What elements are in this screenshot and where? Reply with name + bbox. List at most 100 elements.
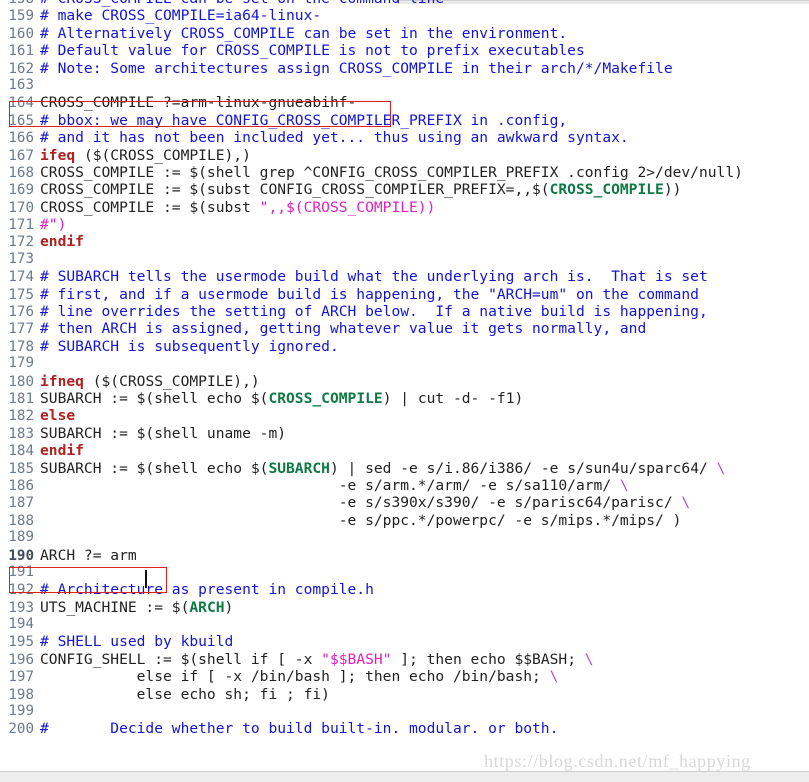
token-comment: # line overrides the setting of ARCH bel… (40, 303, 708, 321)
line-source[interactable]: # then ARCH is assigned, getting whateve… (40, 320, 809, 337)
code-line[interactable]: 177 # then ARCH is assigned, getting what… (0, 320, 809, 337)
code-line[interactable]: 160 # Alternatively CROSS_COMPILE can be … (0, 25, 809, 42)
line-source[interactable]: # SHELL used by kbuild (40, 633, 809, 650)
code-line[interactable]: 188 -e s/ppc.*/powerpc/ -e s/mips.*/mips… (0, 512, 809, 529)
code-line[interactable]: 192 # Architecture as present in compile.… (0, 581, 809, 598)
code-line[interactable]: 171 #") (0, 216, 809, 233)
code-line[interactable]: 184 endif (0, 442, 809, 459)
code-line[interactable]: 185 SUBARCH := $(shell echo $(SUBARCH) | … (0, 460, 809, 477)
code-line[interactable]: 183 SUBARCH := $(shell uname -m) (0, 425, 809, 442)
code-line[interactable]: 174 # SUBARCH tells the usermode build wh… (0, 268, 809, 285)
token-comment: # make CROSS_COMPILE=ia64-linux- (40, 7, 322, 25)
code-line[interactable]: 200 # Decide whether to build built-in. m… (0, 720, 809, 737)
code-line[interactable]: 179 (0, 355, 809, 372)
line-source[interactable]: # SUBARCH is subsequently ignored. (40, 338, 809, 355)
code-line[interactable]: 180 ifneq ($(CROSS_COMPILE),) (0, 373, 809, 390)
line-source[interactable]: CROSS_COMPILE := $(subst CONFIG_CROSS_CO… (40, 181, 809, 198)
line-source[interactable]: CROSS_COMPILE := $(subst ",,$(CROSS_COMP… (40, 199, 809, 216)
line-source[interactable]: UTS_MACHINE := $(ARCH) (40, 599, 809, 616)
code-line[interactable]: 181 SUBARCH := $(shell echo $(CROSS_COMPI… (0, 390, 809, 407)
line-source[interactable]: SUBARCH := $(shell echo $(CROSS_COMPILE)… (40, 390, 809, 407)
token-comment: # bbox: we may have CONFIG_CROSS_COMPILE… (40, 111, 568, 129)
line-source[interactable]: # Decide whether to build built-in. modu… (40, 720, 809, 737)
code-editor[interactable]: 158# CROSS_COMPILE can be set on the com… (0, 0, 809, 782)
line-number: 170 (8, 199, 34, 216)
bottom-scroll-strip (0, 771, 809, 782)
code-line[interactable]: 186 -e s/arm.*/arm/ -e s/sa110/arm/ \ (0, 477, 809, 494)
line-source[interactable]: CROSS_COMPILE ?=arm-linux-gnueabihf- (40, 94, 809, 111)
line-source[interactable]: # and it has not been included yet... th… (40, 129, 809, 146)
code-line[interactable]: 173 (0, 251, 809, 268)
code-line[interactable]: 165 # bbox: we may have CONFIG_CROSS_COMP… (0, 112, 809, 129)
code-line[interactable]: 182 else (0, 407, 809, 424)
line-source[interactable]: -e s/s390x/s390/ -e s/parisc64/parisc/ \ (40, 494, 809, 511)
code-line[interactable]: 168 CROSS_COMPILE := $(shell grep ^CONFIG… (0, 164, 809, 181)
token-kw: ifeq (40, 146, 76, 164)
line-source[interactable]: # CROSS_COMPILE can be set on the comman… (40, 0, 809, 7)
code-line[interactable]: 198 else echo sh; fi ; fi) (0, 686, 809, 703)
token-plain: ($(CROSS_COMPILE),) (83, 372, 260, 390)
code-line[interactable]: 189 (0, 529, 809, 546)
line-source[interactable]: # SUBARCH tells the usermode build what … (40, 268, 809, 285)
token-cont: \ (619, 476, 629, 494)
line-source[interactable]: else echo sh; fi ; fi) (40, 686, 809, 703)
code-line[interactable]: 190 ARCH ?= arm (0, 547, 809, 564)
line-source[interactable]: # bbox: we may have CONFIG_CROSS_COMPILE… (40, 112, 809, 129)
code-line[interactable]: 169 CROSS_COMPILE := $(subst CONFIG_CROSS… (0, 181, 809, 198)
code-line[interactable]: 194 (0, 616, 809, 633)
line-source[interactable]: -e s/ppc.*/powerpc/ -e s/mips.*/mips/ ) (40, 512, 809, 529)
code-line[interactable]: 178 # SUBARCH is subsequently ignored. (0, 338, 809, 355)
code-line[interactable]: 187 -e s/s390x/s390/ -e s/parisc64/paris… (0, 494, 809, 511)
line-number: 161 (8, 43, 34, 60)
line-source[interactable]: -e s/arm.*/arm/ -e s/sa110/arm/ \ (40, 477, 809, 494)
code-line[interactable]: 176 # line overrides the setting of ARCH … (0, 303, 809, 320)
code-lines-container[interactable]: 158# CROSS_COMPILE can be set on the com… (0, 0, 809, 738)
line-source[interactable]: else if [ -x /bin/bash ]; then echo /bin… (40, 668, 809, 685)
line-source[interactable]: # line overrides the setting of ARCH bel… (40, 303, 809, 320)
line-source[interactable]: ifeq ($(CROSS_COMPILE),) (40, 147, 809, 164)
line-number: 187 (8, 495, 34, 512)
line-source[interactable]: ARCH ?= arm (40, 547, 809, 564)
line-source[interactable]: #") (40, 216, 809, 233)
code-line[interactable]: 166 # and it has not been included yet...… (0, 129, 809, 146)
line-source[interactable]: # Note: Some architectures assign CROSS_… (40, 60, 809, 77)
line-source[interactable]: # Architecture as present in compile.h (40, 581, 809, 598)
line-source[interactable]: # first, and if a usermode build is happ… (40, 286, 809, 303)
code-line[interactable]: 196 CONFIG_SHELL := $(shell if [ -x "$$BA… (0, 651, 809, 668)
code-line[interactable]: 159 # make CROSS_COMPILE=ia64-linux- (0, 7, 809, 24)
code-line[interactable]: 172 endif (0, 233, 809, 250)
code-line[interactable]: 170 CROSS_COMPILE := $(subst ",,$(CROSS_C… (0, 199, 809, 216)
code-line[interactable]: 163 (0, 77, 809, 94)
code-line[interactable]: 162 # Note: Some architectures assign CRO… (0, 60, 809, 77)
code-line[interactable]: 195 # SHELL used by kbuild (0, 633, 809, 650)
line-source[interactable]: CROSS_COMPILE := $(shell grep ^CONFIG_CR… (40, 164, 809, 181)
line-source[interactable]: endif (40, 233, 809, 250)
code-line[interactable]: 161 # Default value for CROSS_COMPILE is … (0, 42, 809, 59)
code-line[interactable]: 167 ifeq ($(CROSS_COMPILE),) (0, 147, 809, 164)
line-source[interactable]: endif (40, 442, 809, 459)
token-plain: -e s/s390x/s390/ -e s/parisc64/parisc/ (40, 494, 682, 512)
line-source[interactable]: else (40, 407, 809, 424)
code-line[interactable]: 197 else if [ -x /bin/bash ]; then echo … (0, 668, 809, 685)
line-source[interactable]: ifneq ($(CROSS_COMPILE),) (40, 373, 809, 390)
line-source[interactable]: SUBARCH := $(shell uname -m) (40, 425, 809, 442)
token-kw: endif (40, 233, 84, 251)
line-source[interactable]: CONFIG_SHELL := $(shell if [ -x "$$BASH"… (40, 651, 809, 668)
line-number: 168 (8, 164, 34, 181)
line-number: 191 (8, 563, 34, 580)
token-comment: # Default value for CROSS_COMPILE is not… (40, 42, 585, 60)
token-comment: # first, and if a usermode build is happ… (40, 285, 699, 303)
line-number: 183 (8, 425, 34, 442)
code-line[interactable]: 158# CROSS_COMPILE can be set on the com… (0, 0, 809, 7)
code-line[interactable]: 199 (0, 703, 809, 720)
token-cont: \ (681, 494, 691, 512)
code-line[interactable]: 191 (0, 564, 809, 581)
code-line[interactable]: 164 CROSS_COMPILE ?=arm-linux-gnueabihf- (0, 94, 809, 111)
line-source[interactable]: # Default value for CROSS_COMPILE is not… (40, 42, 809, 59)
token-var: CROSS_COMPILE (549, 181, 664, 199)
line-source[interactable]: SUBARCH := $(shell echo $(SUBARCH) | sed… (40, 460, 809, 477)
line-source[interactable]: # Alternatively CROSS_COMPILE can be set… (40, 25, 809, 42)
code-line[interactable]: 193 UTS_MACHINE := $(ARCH) (0, 599, 809, 616)
line-source[interactable]: # make CROSS_COMPILE=ia64-linux- (40, 7, 809, 24)
code-line[interactable]: 175 # first, and if a usermode build is h… (0, 286, 809, 303)
